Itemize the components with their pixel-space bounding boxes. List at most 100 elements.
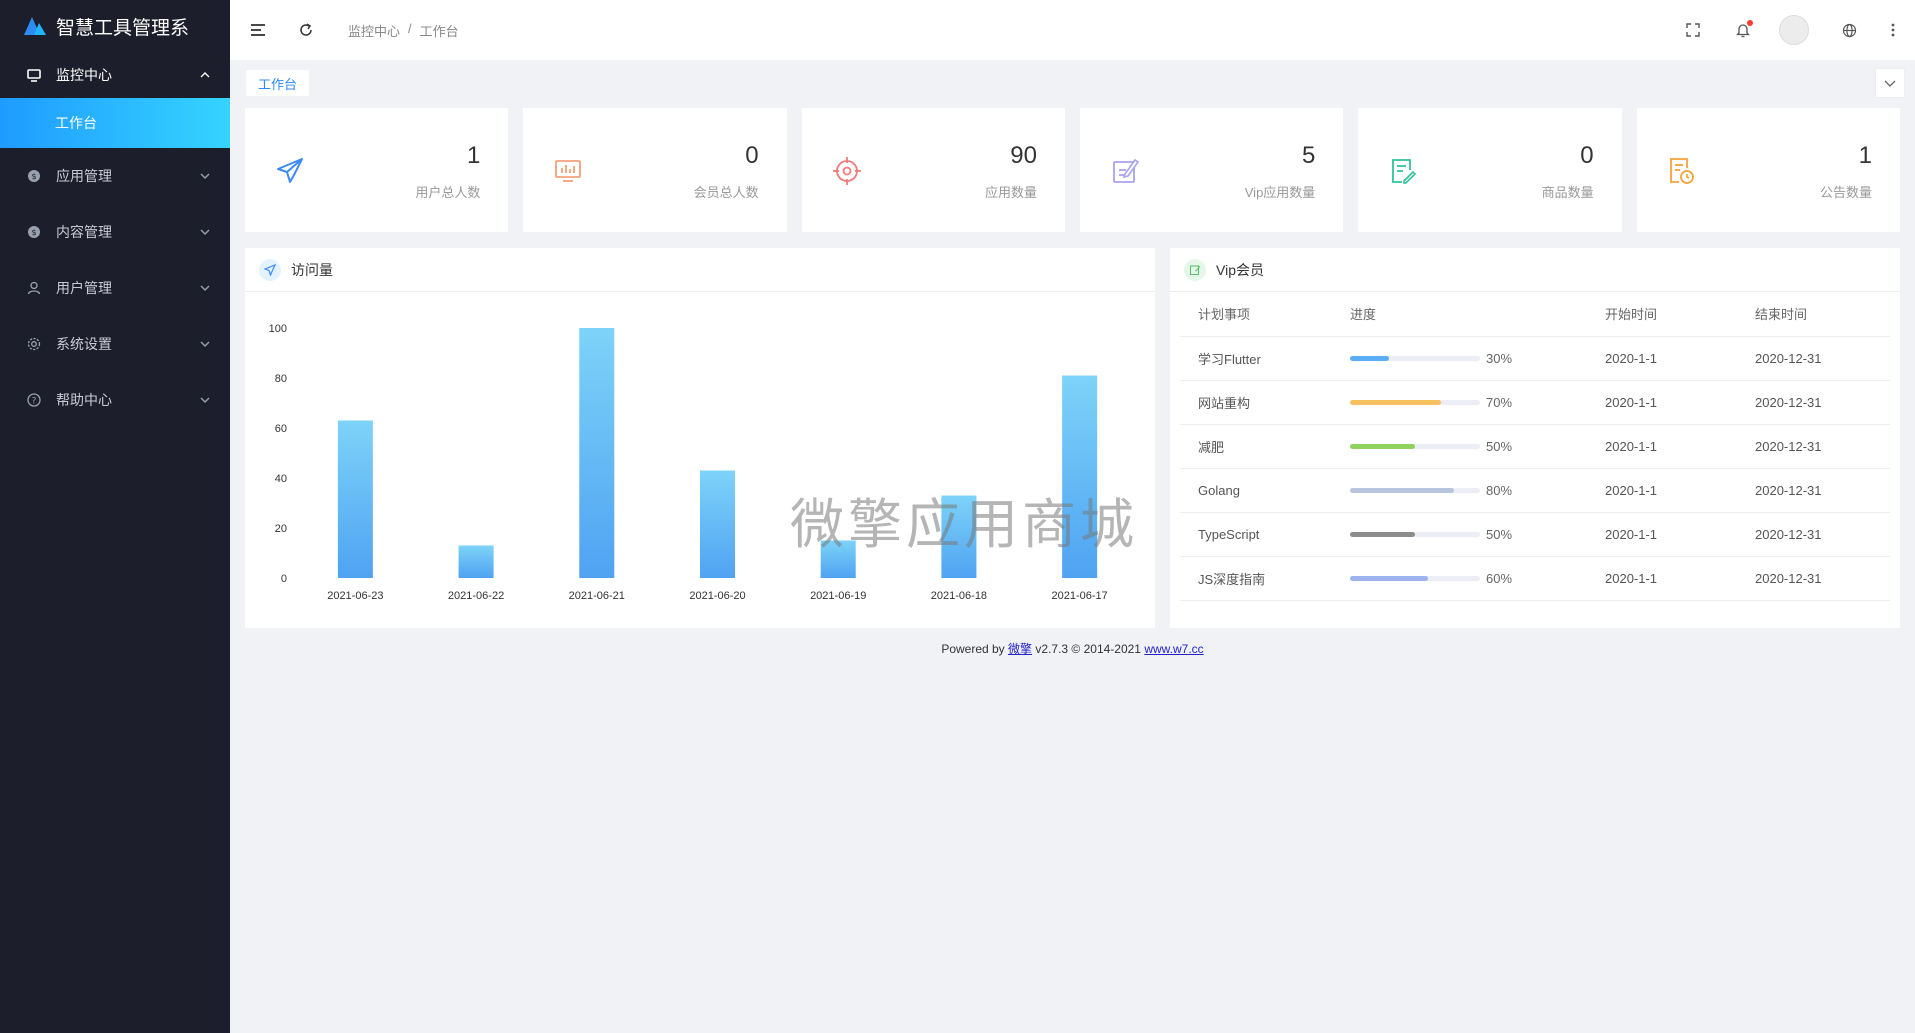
target-icon bbox=[832, 156, 862, 186]
y-tick-label: 100 bbox=[269, 323, 287, 335]
table-row: 学习Flutter 30% 2020-1-1 2020-12-31 bbox=[1180, 336, 1890, 381]
bar[interactable] bbox=[700, 470, 735, 579]
stat-card-users[interactable]: 1 用户总人数 bbox=[245, 108, 509, 232]
progress-cell: 70% bbox=[1332, 380, 1587, 425]
stat-label: Vip应用数量 bbox=[1244, 185, 1316, 200]
footer: Powered by 微擎 v2.7.3 © 2014-2021 www.w7.… bbox=[230, 640, 1915, 657]
tab-strip: 工作台 bbox=[230, 60, 1915, 108]
start-date: 2020-1-1 bbox=[1587, 336, 1737, 381]
stat-value: 1 bbox=[1858, 142, 1872, 169]
y-tick-label: 60 bbox=[275, 423, 287, 435]
sidebar-item-content[interactable]: $ 内容管理 bbox=[0, 204, 230, 260]
language-globe-icon[interactable] bbox=[1839, 20, 1859, 40]
column-header: 结束时间 bbox=[1737, 292, 1890, 337]
logo-icon bbox=[24, 17, 46, 35]
sidebar-item-settings[interactable]: 系统设置 bbox=[0, 316, 230, 372]
sidebar-subitem-workbench[interactable]: 工作台 bbox=[0, 98, 230, 148]
svg-text:$: $ bbox=[31, 172, 36, 181]
end-date: 2020-12-31 bbox=[1737, 380, 1890, 425]
stat-cards: 1 用户总人数 0 会员总人数 90 应用数量 5 Vip应用数量 0 商品数量… bbox=[245, 108, 1900, 232]
column-header: 开始时间 bbox=[1587, 292, 1737, 337]
stat-card-notices[interactable]: 1 公告数量 bbox=[1636, 108, 1900, 232]
menu-toggle-icon[interactable] bbox=[248, 20, 268, 40]
user-icon bbox=[26, 280, 42, 296]
notification-bell-icon[interactable] bbox=[1733, 20, 1753, 40]
stat-card-members[interactable]: 0 会员总人数 bbox=[523, 108, 787, 232]
column-header: 进度 bbox=[1332, 292, 1587, 337]
avatar[interactable] bbox=[1779, 15, 1809, 45]
column-header: 计划事项 bbox=[1180, 292, 1332, 337]
sidebar-item-monitor[interactable]: 监控中心 bbox=[0, 52, 230, 98]
chevron-up-icon bbox=[200, 72, 210, 78]
sidebar-item-label: 内容管理 bbox=[56, 224, 112, 240]
vip-panel-header: Vip会员 bbox=[1170, 248, 1900, 292]
breadcrumb-item[interactable]: 工作台 bbox=[420, 21, 459, 40]
chevron-down-icon bbox=[200, 285, 210, 291]
sidebar-item-users[interactable]: 用户管理 bbox=[0, 260, 230, 316]
breadcrumb-item[interactable]: 监控中心 bbox=[348, 21, 400, 40]
stat-card-products[interactable]: 0 商品数量 bbox=[1358, 108, 1622, 232]
start-date: 2020-1-1 bbox=[1587, 512, 1737, 557]
stat-value: 1 bbox=[466, 142, 481, 169]
plan-name: Golang bbox=[1180, 468, 1332, 513]
stat-card-apps[interactable]: 90 应用数量 bbox=[801, 108, 1065, 232]
breadcrumb-separator: / bbox=[408, 20, 412, 36]
visits-panel-header: 访问量 bbox=[245, 248, 1155, 292]
breadcrumb: 监控中心 / 工作台 bbox=[348, 21, 459, 40]
stat-label: 会员总人数 bbox=[693, 185, 759, 200]
vip-table: 计划事项 进度 开始时间 结束时间 学习Flutter 30% 2020-1-1 20… bbox=[1180, 292, 1890, 601]
topbar-actions bbox=[1683, 0, 1915, 60]
bar[interactable] bbox=[820, 540, 856, 579]
chart-board-icon bbox=[553, 156, 583, 186]
progress-fill bbox=[1350, 356, 1389, 362]
more-vertical-icon[interactable] bbox=[1883, 20, 1903, 40]
tab-dropdown-button[interactable] bbox=[1875, 68, 1905, 98]
footer-brand-link[interactable]: 微擎 bbox=[1008, 642, 1032, 656]
start-date: 2020-1-1 bbox=[1587, 380, 1737, 425]
progress-fill bbox=[1350, 532, 1415, 538]
bar[interactable] bbox=[337, 420, 373, 579]
tab-workbench[interactable]: 工作台 bbox=[246, 70, 310, 96]
progress-cell: 50% bbox=[1332, 512, 1587, 557]
progress-cell: 80% bbox=[1332, 468, 1587, 513]
y-tick-label: 80 bbox=[275, 373, 287, 385]
help-icon: ? bbox=[26, 392, 42, 408]
progress-bar bbox=[1350, 400, 1480, 406]
progress-fill bbox=[1350, 444, 1415, 450]
end-date: 2020-12-31 bbox=[1737, 468, 1890, 513]
sidebar-item-apps[interactable]: $ 应用管理 bbox=[0, 148, 230, 204]
document-clock-icon bbox=[1667, 156, 1697, 186]
bar[interactable] bbox=[1062, 375, 1098, 579]
progress-cell: 50% bbox=[1332, 424, 1587, 469]
progress-text: 30% bbox=[1486, 351, 1513, 367]
stat-label: 应用数量 bbox=[984, 185, 1037, 200]
x-tick-label: 2021-06-17 bbox=[1052, 590, 1108, 602]
paper-plane-icon bbox=[275, 156, 305, 186]
app-brand[interactable]: 智慧工具管理系 bbox=[0, 0, 230, 52]
coin-icon: $ bbox=[26, 168, 42, 184]
table-row: TypeScript 50% 2020-1-1 2020-12-31 bbox=[1180, 512, 1890, 557]
x-tick-label: 2021-06-18 bbox=[931, 590, 987, 602]
progress-bar bbox=[1350, 356, 1480, 362]
plan-name: 网站重构 bbox=[1180, 380, 1332, 425]
stat-label: 用户总人数 bbox=[415, 185, 481, 200]
bar[interactable] bbox=[458, 545, 494, 579]
vip-panel: Vip会员 计划事项 进度 开始时间 结束时间 学习Flutter 30% 2020… bbox=[1170, 248, 1900, 628]
sidebar-item-label: 用户管理 bbox=[56, 280, 112, 296]
end-date: 2020-12-31 bbox=[1737, 336, 1890, 381]
stat-card-vip-apps[interactable]: 5 Vip应用数量 bbox=[1079, 108, 1344, 232]
svg-text:$: $ bbox=[31, 228, 36, 237]
footer-site-link[interactable]: www.w7.cc bbox=[1144, 642, 1203, 656]
table-row: 网站重构 70% 2020-1-1 2020-12-31 bbox=[1180, 380, 1890, 425]
chevron-down-icon bbox=[1884, 74, 1896, 92]
footer-powered: Powered by bbox=[941, 642, 1005, 656]
fullscreen-icon[interactable] bbox=[1683, 20, 1703, 40]
progress-text: 60% bbox=[1486, 571, 1513, 587]
sidebar-item-help[interactable]: ? 帮助中心 bbox=[0, 372, 230, 428]
progress-cell: 60% bbox=[1332, 556, 1587, 601]
refresh-icon[interactable] bbox=[296, 20, 316, 40]
edit-note-icon bbox=[1110, 156, 1140, 186]
bar[interactable] bbox=[941, 495, 977, 579]
bar[interactable] bbox=[579, 328, 615, 578]
progress-bar bbox=[1350, 488, 1480, 494]
